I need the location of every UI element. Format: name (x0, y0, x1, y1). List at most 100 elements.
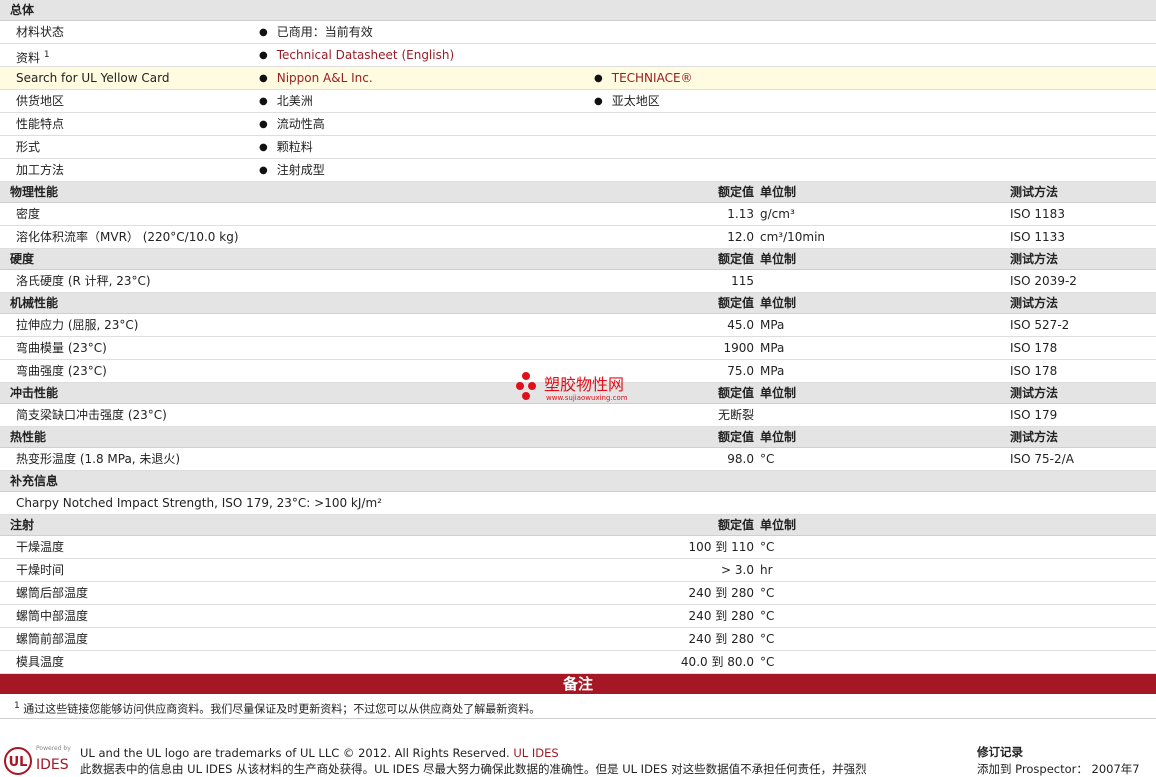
section-general-header: 总体 (0, 0, 1156, 21)
method-header: 测试方法 (1010, 185, 1059, 199)
rated-header: 额定值 (717, 386, 754, 400)
injection-label: 螺筒中部温度 (16, 609, 89, 623)
general-row: 性能特点 流动性高 (0, 113, 1156, 136)
row-value: 流动性高 (259, 113, 325, 137)
injection-unit: °C (760, 586, 775, 600)
injection-row: 螺筒中部温度 240 到 280 °C (0, 605, 1156, 628)
trademark-text: UL and the UL logo are trademarks of UL … (80, 746, 510, 760)
injection-unit: hr (760, 563, 773, 577)
footnote-ref: 1 (43, 50, 50, 60)
injection-row: 螺筒前部温度 240 到 280 °C (0, 628, 1156, 651)
revision-text: 添加到 Prospector： 2007年7 (977, 762, 1140, 776)
property-label: 洛氏硬度 (R 计秤, 23°C) (16, 274, 151, 288)
watermark-dot (522, 372, 530, 380)
method-header: 测试方法 (1010, 386, 1059, 400)
property-method: ISO 178 (1010, 341, 1058, 355)
row-label-text: 性能特点 (16, 117, 65, 131)
property-unit: °C (760, 452, 775, 466)
footer: UL Powered by IDES UL and the UL logo ar… (0, 740, 1156, 776)
injection-rows: 干燥温度 100 到 110 °C 干燥时间 > 3.0 hr 螺筒后部温度 240 到 28… (0, 536, 1156, 674)
section-title: 热性能 (10, 430, 47, 444)
watermark-dot (516, 382, 524, 390)
row-link[interactable]: Nippon A&L Inc. (259, 67, 373, 91)
injection-row: 干燥时间 > 3.0 hr (0, 559, 1156, 582)
property-method: ISO 75-2/A (1010, 452, 1074, 466)
property-row: 密度 1.13 g/cm³ ISO 1183 (0, 203, 1156, 226)
property-value: 115 (731, 274, 754, 288)
footnote-marker: 1 (14, 701, 20, 711)
property-method: ISO 1183 (1010, 207, 1065, 221)
section-title: 总体 (10, 3, 35, 17)
property-method: ISO 179 (1010, 408, 1058, 422)
property-value: 1.13 (727, 207, 754, 221)
property-row: 热变形温度 (1.8 MPa, 未退火) 98.0 °C ISO 75-2/A (0, 448, 1156, 471)
property-value: 12.0 (727, 230, 754, 244)
powered-by-text: Powered by (36, 745, 71, 752)
general-row: 形式 颗粒料 (0, 136, 1156, 159)
row-link[interactable]: Technical Datasheet (English) (259, 44, 454, 68)
row-label-text: 资料 (16, 51, 41, 65)
row-label-text: 形式 (16, 140, 41, 154)
property-unit: MPa (760, 364, 785, 378)
property-label: 拉伸应力 (屈服, 23°C) (16, 318, 139, 332)
row-label: 形式 (16, 136, 40, 158)
row-label-text: Search for UL Yellow Card (16, 71, 170, 85)
section-title: 补充信息 (10, 474, 59, 488)
property-value: 45.0 (727, 318, 754, 332)
property-unit: cm³/10min (760, 230, 826, 244)
unit-header: 单位制 (760, 185, 797, 199)
property-unit: MPa (760, 318, 785, 332)
row-label: Search for UL Yellow Card (16, 67, 169, 89)
footnote: 1 通过这些链接您能够访问供应商资料。我们尽量保证及时更新资料；不过您可以从供应… (14, 694, 540, 722)
property-value: 75.0 (727, 364, 754, 378)
revision-title: 修订记录 (977, 745, 1023, 759)
injection-unit: °C (760, 655, 775, 669)
property-unit: g/cm³ (760, 207, 795, 221)
ul-ides-logo: UL Powered by IDES (4, 745, 71, 775)
row-label-text: 加工方法 (16, 163, 65, 177)
injection-row: 干燥温度 100 到 110 °C (0, 536, 1156, 559)
disclaimer-text: 此数据表中的信息由 UL IDES 从该材料的生产商处获得。UL IDES 尽最… (80, 762, 867, 776)
rated-header: 额定值 (717, 252, 754, 266)
footer-line1: UL and the UL logo are trademarks of UL … (80, 746, 559, 760)
general-row: 供货地区 北美洲 亚太地区 (0, 90, 1156, 113)
row-label-text: 供货地区 (16, 94, 65, 108)
section-header: 物理性能 额定值 单位制 测试方法 (0, 182, 1156, 203)
property-row: 弯曲模量 (23°C) 1900 MPa ISO 178 (0, 337, 1156, 360)
injection-row: 螺筒后部温度 240 到 280 °C (0, 582, 1156, 605)
unit-header: 单位制 (760, 252, 797, 266)
watermark-url: www.sujiaowuxing.com (546, 394, 628, 402)
method-header: 测试方法 (1010, 430, 1059, 444)
general-row: Search for UL Yellow Card Nippon A&L Inc.… (0, 67, 1156, 90)
footnote-row: 1 通过这些链接您能够访问供应商资料。我们尽量保证及时更新资料；不过您可以从供应… (0, 694, 1156, 719)
row-label-text: 材料状态 (16, 25, 65, 39)
property-row: 拉伸应力 (屈服, 23°C) 45.0 MPa ISO 527-2 (0, 314, 1156, 337)
section-title: 冲击性能 (10, 386, 59, 400)
watermark-text: 塑胶物性网 (544, 375, 624, 394)
property-value: 无断裂 (717, 408, 754, 422)
row-value: 北美洲 (259, 90, 313, 114)
ul-logo-text: UL (9, 755, 28, 770)
row-link[interactable]: TECHNIACE® (594, 67, 693, 91)
injection-value: 240 到 280 (688, 632, 754, 646)
injection-label: 干燥温度 (16, 540, 65, 554)
injection-row: 模具温度 40.0 到 80.0 °C (0, 651, 1156, 674)
row-label: 加工方法 (16, 159, 64, 181)
property-method: ISO 2039-2 (1010, 274, 1077, 288)
property-label: 简支梁缺口冲击强度 (23°C) (16, 408, 167, 422)
unit-header: 单位制 (760, 430, 797, 444)
row-value: 已商用：当前有效 (259, 21, 373, 45)
property-method: ISO 527-2 (1010, 318, 1070, 332)
section-title: 物理性能 (10, 185, 59, 199)
injection-label: 干燥时间 (16, 563, 65, 577)
injection-value: > 3.0 (721, 563, 754, 577)
ul-ides-link[interactable]: UL IDES (513, 746, 558, 760)
injection-value: 40.0 到 80.0 (680, 655, 754, 669)
ides-logo-text: IDES (36, 757, 69, 773)
watermark-dot (522, 392, 530, 400)
injection-value: 240 到 280 (688, 609, 754, 623)
watermark: 塑胶物性网 www.sujiaowuxing.com (516, 372, 628, 402)
section-header: 机械性能 额定值 单位制 测试方法 (0, 293, 1156, 314)
injection-label: 螺筒前部温度 (16, 632, 89, 646)
injection-label: 模具温度 (16, 655, 65, 669)
